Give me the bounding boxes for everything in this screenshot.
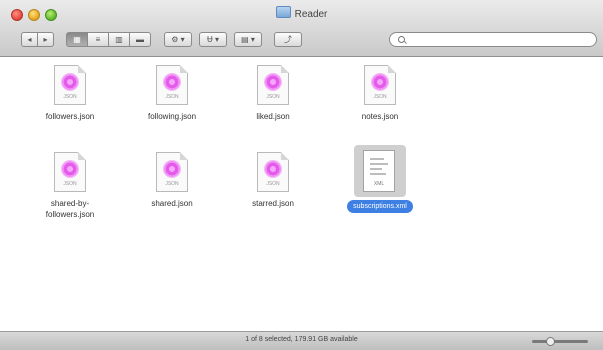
icon-size-slider[interactable] [532,337,588,346]
slider-knob[interactable] [546,337,555,346]
flower-icon [164,161,180,177]
action-menu-button[interactable]: ⚙ ▾ [164,32,192,47]
nav-buttons: ◂ ▸ [21,32,54,47]
path-icon: ⤴ [284,35,292,44]
path-button[interactable]: ⤴ [274,32,302,47]
window-title-text: Reader [294,9,328,20]
column-view-icon: ▥ [115,35,123,44]
view-mode-buttons: ▦ ≡ ▥ ▬ [66,32,151,47]
window-title: Reader [0,6,603,22]
json-file-icon: JSON [364,65,396,105]
flower-icon [265,161,281,177]
toolbar: Reader ◂ ▸ ▦ ≡ ▥ ▬ ⚙ ▾ Ʉ ▾ ▤ ▾ ⤴ [0,0,603,57]
search-field[interactable] [389,32,597,47]
file-name: subscriptions.xml [330,200,430,213]
file-item-selected[interactable]: XML subscriptions.xml [330,145,430,213]
view-coverflow-button[interactable]: ▬ [129,32,151,47]
file-item[interactable]: JSON following.json [122,65,222,122]
status-text: 1 of 8 selected, 179.91 GB available [245,336,358,343]
forward-button[interactable]: ▸ [37,32,54,47]
gear-icon: ⚙ ▾ [171,35,185,44]
flower-icon [164,74,180,90]
icon-view-icon: ▦ [73,35,81,44]
finder-window: Reader ◂ ▸ ▦ ≡ ▥ ▬ ⚙ ▾ Ʉ ▾ ▤ ▾ ⤴ JSON fo… [0,0,603,350]
list-view-icon: ≡ [95,35,101,44]
file-name: liked.json [256,112,290,121]
json-file-icon: JSON [54,65,86,105]
search-icon [398,36,405,43]
flower-icon [265,74,281,90]
file-name: shared-by-followers.json [45,199,95,219]
file-name: notes.json [361,112,399,121]
coverflow-view-icon: ▬ [136,35,144,44]
selected-file-name: subscriptions.xml [347,200,413,213]
file-name: followers.json [45,112,95,121]
json-file-icon: JSON [257,152,289,192]
view-columns-button[interactable]: ▥ [108,32,130,47]
json-file-icon: JSON [54,152,86,192]
file-item[interactable]: JSON liked.json [223,65,323,122]
folder-icon [275,6,291,18]
flower-icon [62,161,78,177]
file-item[interactable]: JSON shared-by-followers.json [20,152,120,220]
json-file-icon: JSON [156,152,188,192]
back-button[interactable]: ◂ [21,32,38,47]
flower-icon [372,74,388,90]
arrange-icon: ▤ ▾ [241,35,255,44]
share-icon: Ʉ ▾ [206,35,219,44]
forward-arrow-icon: ▸ [43,35,48,44]
file-name: shared.json [151,199,193,208]
xml-file-icon: XML [363,150,395,192]
flower-icon [62,74,78,90]
json-file-icon: JSON [156,65,188,105]
view-icons-button[interactable]: ▦ [66,32,88,47]
json-file-icon: JSON [257,65,289,105]
file-name: starred.json [252,199,294,208]
share-menu-button[interactable]: Ʉ ▾ [199,32,227,47]
file-name: following.json [147,112,197,121]
status-bar: 1 of 8 selected, 179.91 GB available [0,331,603,350]
file-item[interactable]: JSON followers.json [20,65,120,122]
arrange-menu-button[interactable]: ▤ ▾ [234,32,262,47]
selection-highlight: XML [354,145,406,197]
file-item[interactable]: JSON starred.json [223,152,323,209]
back-arrow-icon: ◂ [27,35,32,44]
file-item[interactable]: JSON shared.json [122,152,222,209]
file-item[interactable]: JSON notes.json [330,65,430,122]
view-list-button[interactable]: ≡ [87,32,109,47]
file-grid: JSON followers.json JSON following.json … [0,57,603,331]
